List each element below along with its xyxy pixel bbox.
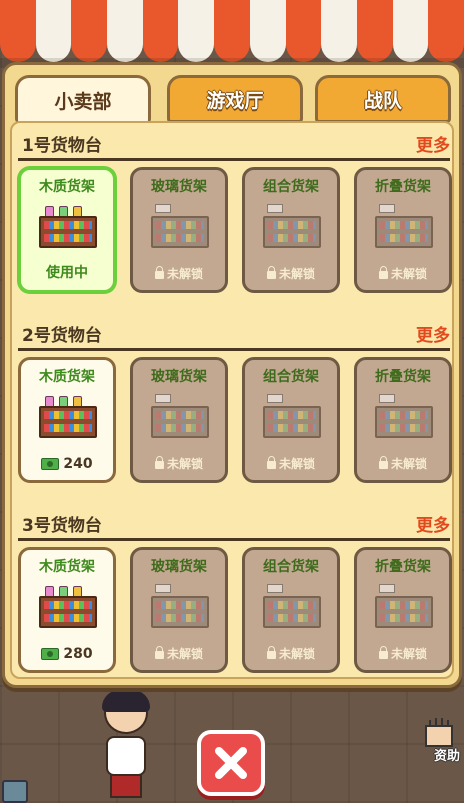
shelf-name: 折叠货架 xyxy=(375,369,431,385)
close-icon xyxy=(215,747,247,779)
shelf-name: 组合货架 xyxy=(263,179,319,195)
lock-icon xyxy=(154,265,164,279)
sponsor-label[interactable]: 资助 xyxy=(434,745,460,764)
shelf-name: 木质货架 xyxy=(39,369,95,385)
glass-shelf-image xyxy=(151,394,209,440)
shelf-card-folding[interactable]: 折叠货架 未解锁 xyxy=(354,357,452,483)
combo-shelf-image xyxy=(263,584,321,630)
shelf-name: 组合货架 xyxy=(263,559,319,575)
combo-shelf-image xyxy=(263,394,321,440)
locked-label: 未解锁 xyxy=(390,267,427,281)
wooden-shelf-image xyxy=(39,584,97,630)
locked-label: 未解锁 xyxy=(166,457,203,471)
lock-icon xyxy=(154,645,164,659)
more-button[interactable]: 更多 xyxy=(416,131,450,156)
locked-label: 未解锁 xyxy=(390,457,427,471)
lock-icon xyxy=(378,265,388,279)
wooden-shelf-image xyxy=(39,204,97,250)
shelf-name: 木质货架 xyxy=(39,559,95,575)
locked-label: 未解锁 xyxy=(166,647,203,661)
tab-bar: 小卖部 游戏厅 战队 xyxy=(15,75,455,123)
shelf-list: 1号货物台 更多 木质货架 使用中 玻璃货架 未解锁 组合货架 未解锁 折叠货架… xyxy=(10,121,454,679)
shelf-name: 玻璃货架 xyxy=(151,179,207,195)
lock-icon xyxy=(266,645,276,659)
shelf-card-glass[interactable]: 玻璃货架 未解锁 xyxy=(130,547,228,673)
wooden-shelf-image xyxy=(39,394,97,440)
shelf-selection-panel: 小卖部 游戏厅 战队 1号货物台 更多 木质货架 使用中 玻璃货架 未解锁 组合… xyxy=(2,62,462,688)
shelf-name: 玻璃货架 xyxy=(151,369,207,385)
shelf-name: 玻璃货架 xyxy=(151,559,207,575)
locked-label: 未解锁 xyxy=(278,457,315,471)
more-button[interactable]: 更多 xyxy=(416,511,450,536)
folding-shelf-image xyxy=(375,584,433,630)
shelf-card-folding[interactable]: 折叠货架 未解锁 xyxy=(354,167,452,293)
shelf-card-wooden[interactable]: 木质货架 280 xyxy=(18,547,116,673)
shelf-card-glass[interactable]: 玻璃货架 未解锁 xyxy=(130,167,228,293)
combo-shelf-image xyxy=(263,204,321,250)
price-label: 280 xyxy=(63,646,93,662)
close-button[interactable] xyxy=(197,730,265,796)
counter-section-1: 1号货物台 更多 木质货架 使用中 玻璃货架 未解锁 组合货架 未解锁 折叠货架… xyxy=(18,127,452,295)
tab-arcade[interactable]: 游戏厅 xyxy=(167,75,303,123)
price-label: 240 xyxy=(63,456,93,472)
shelf-card-wooden[interactable]: 木质货架 使用中 xyxy=(18,167,116,293)
lock-icon xyxy=(378,645,388,659)
shelf-name: 组合货架 xyxy=(263,369,319,385)
lock-icon xyxy=(378,455,388,469)
counter-section-2: 2号货物台 更多 木质货架 240 玻璃货架 未解锁 组合货架 未解锁 折叠货架… xyxy=(18,317,452,485)
folding-shelf-image xyxy=(375,394,433,440)
shelf-card-glass[interactable]: 玻璃货架 未解锁 xyxy=(130,357,228,483)
glass-shelf-image xyxy=(151,584,209,630)
shelf-name: 木质货架 xyxy=(39,179,95,195)
lock-icon xyxy=(266,455,276,469)
lock-icon xyxy=(154,455,164,469)
more-button[interactable]: 更多 xyxy=(416,321,450,346)
section-title: 1号货物台 xyxy=(22,136,102,156)
shelf-card-wooden[interactable]: 木质货架 240 xyxy=(18,357,116,483)
section-title: 2号货物台 xyxy=(22,326,102,346)
cash-icon xyxy=(41,458,60,470)
locked-label: 未解锁 xyxy=(390,647,427,661)
counter-section-3: 3号货物台 更多 木质货架 280 玻璃货架 未解锁 组合货架 未解锁 折叠货架… xyxy=(18,507,452,675)
locked-label: 未解锁 xyxy=(166,267,203,281)
shelf-name: 折叠货架 xyxy=(375,559,431,575)
tab-snack-shop[interactable]: 小卖部 xyxy=(15,75,151,123)
shelf-card-combo[interactable]: 组合货架 未解锁 xyxy=(242,547,340,673)
cash-icon xyxy=(41,648,60,660)
clipboard-icon xyxy=(2,780,28,803)
player-character xyxy=(98,690,154,800)
shop-awning xyxy=(0,0,464,66)
shelf-card-folding[interactable]: 折叠货架 未解锁 xyxy=(354,547,452,673)
lock-icon xyxy=(266,265,276,279)
section-title: 3号货物台 xyxy=(22,516,102,536)
glass-shelf-image xyxy=(151,204,209,250)
folding-shelf-image xyxy=(375,204,433,250)
shelf-name: 折叠货架 xyxy=(375,179,431,195)
shelf-card-combo[interactable]: 组合货架 未解锁 xyxy=(242,357,340,483)
locked-label: 未解锁 xyxy=(278,647,315,661)
locked-label: 未解锁 xyxy=(278,267,315,281)
tab-team[interactable]: 战队 xyxy=(315,75,451,123)
shelf-card-combo[interactable]: 组合货架 未解锁 xyxy=(242,167,340,293)
in-use-label: 使用中 xyxy=(46,265,88,281)
